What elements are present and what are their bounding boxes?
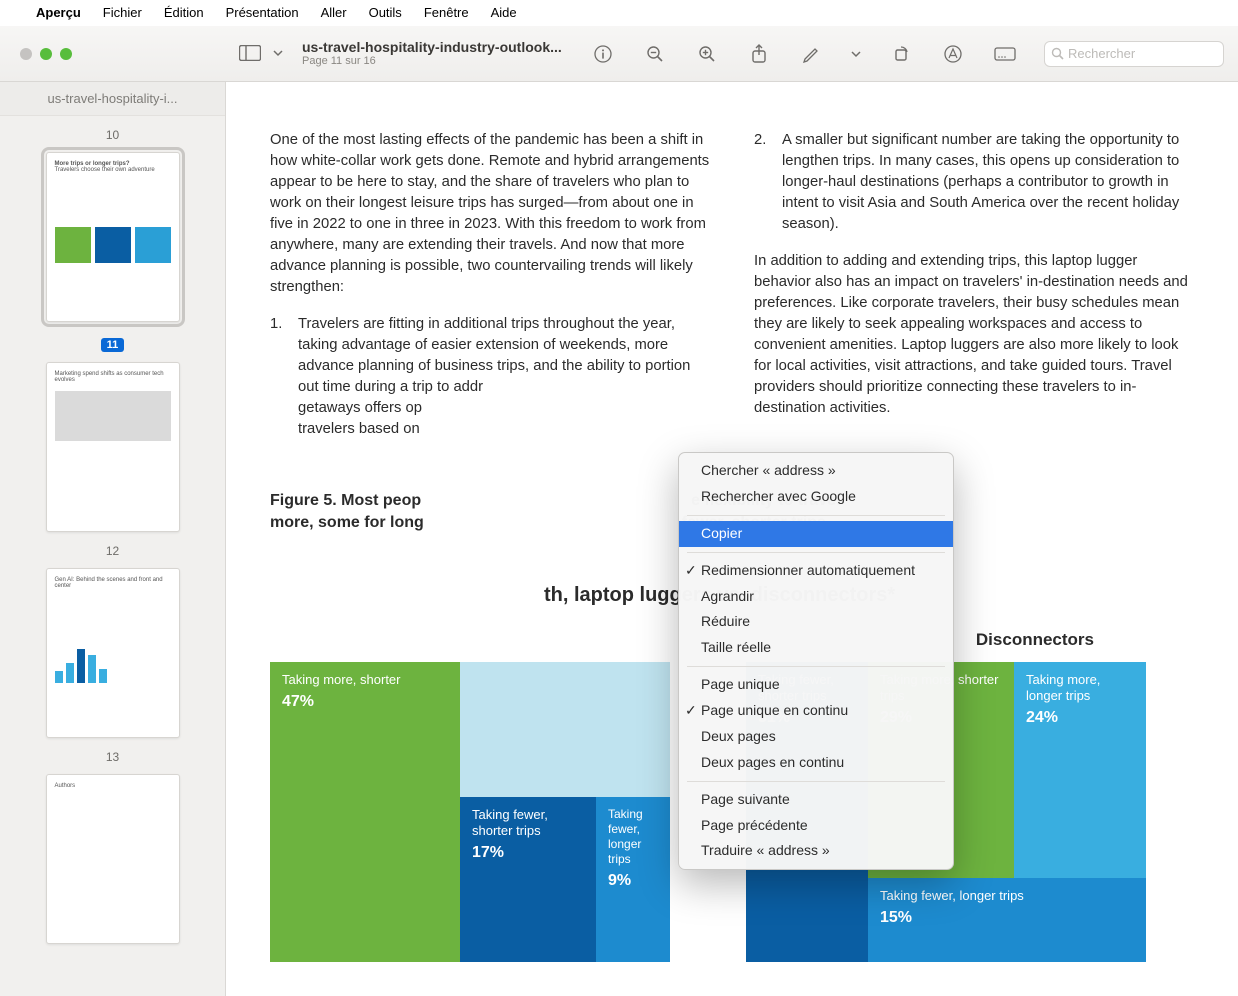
share-icon[interactable] [746, 41, 772, 67]
minimize-dot[interactable] [40, 48, 52, 60]
thumbnail-sidebar: us-travel-hospitality-i... 10 More trips… [0, 82, 226, 996]
document-content: One of the most lasting effects of the p… [226, 82, 1238, 996]
view-menu-chevron-icon[interactable] [272, 42, 284, 64]
thumbnail-page-12[interactable]: Marketing spend shifts as consumer tech … [46, 362, 180, 532]
window-titlebar: us-travel-hospitality-industry-outlook..… [0, 26, 1238, 82]
ctx-single-page[interactable]: Page unique [679, 672, 953, 698]
thumbnail-page-14[interactable]: Authors [46, 774, 180, 944]
menu-file[interactable]: Fichier [103, 5, 142, 20]
preview-window: us-travel-hospitality-industry-outlook..… [0, 26, 1238, 996]
ctx-two-continuous[interactable]: Deux pages en continu [679, 750, 953, 776]
menu-tools[interactable]: Outils [369, 5, 402, 20]
list-item-1b: getaways offers op [298, 400, 422, 416]
chart-caption-disconnectors: Disconnectors [976, 628, 1194, 652]
tm1-box2-label: Taking fewer, shorter trips [472, 807, 584, 840]
ctx-search-term[interactable]: Chercher « address » [679, 458, 953, 484]
list-item-2: A smaller but significant number are tak… [782, 130, 1194, 235]
zoom-dot[interactable] [60, 48, 72, 60]
ctx-next-page[interactable]: Page suivante [679, 787, 953, 813]
rotate-icon[interactable] [888, 41, 914, 67]
tm1-box1-pct: 47% [282, 692, 448, 712]
highlight-icon[interactable] [798, 41, 824, 67]
selected-page-badge: 11 [101, 338, 125, 352]
tm1-box1-label: Taking more, shorter [282, 672, 448, 688]
tm2-box3-pct: 24% [1026, 708, 1134, 728]
ctx-two-pages[interactable]: Deux pages [679, 724, 953, 750]
thumbnail-page-11[interactable]: More trips or longer trips? Travelers ch… [46, 152, 180, 322]
sidebar-tab[interactable]: us-travel-hospitality-i... [0, 82, 225, 116]
menu-presentation[interactable]: Présentation [226, 5, 299, 20]
menu-help[interactable]: Aide [491, 5, 517, 20]
zoom-out-icon[interactable] [642, 41, 668, 67]
context-menu: Chercher « address » Rechercher avec Goo… [678, 452, 954, 870]
markup-icon[interactable] [940, 41, 966, 67]
highlight-chevron-icon[interactable] [850, 41, 862, 67]
menu-window[interactable]: Fenêtre [424, 5, 469, 20]
page-indicator: Page 11 sur 16 [302, 55, 562, 68]
sidebar-toggle-icon[interactable] [238, 42, 262, 64]
list-item-1c: travelers based on [298, 421, 420, 437]
tm1-box2-pct: 17% [472, 843, 584, 863]
ctx-translate[interactable]: Traduire « address » [679, 838, 953, 864]
mac-menubar: Aperçu Fichier Édition Présentation Alle… [0, 0, 1238, 26]
ctx-single-continuous[interactable]: Page unique en continu [679, 698, 953, 724]
ctx-zoom-in[interactable]: Agrandir [679, 584, 953, 610]
thumb-label-12: 12 [106, 544, 119, 558]
form-icon[interactable] [992, 41, 1018, 67]
ctx-search-google[interactable]: Rechercher avec Google [679, 484, 953, 510]
treemap-laptop-luggers: Taking more, shorter 47% Taking fewer, s… [270, 662, 670, 962]
ctx-zoom-out[interactable]: Réduire [679, 609, 953, 635]
ctx-auto-resize[interactable]: Redimensionner automatiquement [679, 558, 953, 584]
tm1-box3-label: Taking fewer, longer trips [608, 807, 658, 867]
search-input[interactable]: Rechercher [1044, 41, 1224, 67]
info-icon[interactable] [590, 41, 616, 67]
traffic-lights [0, 48, 220, 60]
tm2-box4-label: Taking fewer, longer trips [880, 888, 1134, 904]
ctx-copy[interactable]: Copier [679, 521, 953, 547]
document-title: us-travel-hospitality-industry-outlook..… [302, 39, 562, 55]
thumb-label-13: 13 [106, 750, 119, 764]
app-name[interactable]: Aperçu [36, 5, 81, 20]
zoom-in-icon[interactable] [694, 41, 720, 67]
list-num-2: 2. [754, 130, 770, 235]
tm2-box3-label: Taking more, longer trips [1026, 672, 1134, 705]
ctx-actual-size[interactable]: Taille réelle [679, 635, 953, 661]
search-icon [1051, 47, 1064, 60]
ctx-prev-page[interactable]: Page précédente [679, 813, 953, 839]
list-item-1a: Travelers are fitting in additional trip… [298, 316, 690, 395]
menu-edit[interactable]: Édition [164, 5, 204, 20]
tm2-box4-pct: 15% [880, 908, 1134, 928]
list-num-1: 1. [270, 314, 286, 440]
close-dot[interactable] [20, 48, 32, 60]
paragraph: In addition to adding and extending trip… [754, 251, 1194, 419]
thumbnail-page-13[interactable]: Gen AI: Behind the scenes and front and … [46, 568, 180, 738]
thumb-label-10: 10 [106, 128, 119, 142]
tm1-box3-pct: 9% [608, 871, 658, 891]
paragraph: One of the most lasting effects of the p… [270, 130, 710, 298]
menu-go[interactable]: Aller [321, 5, 347, 20]
search-placeholder: Rechercher [1068, 46, 1135, 61]
